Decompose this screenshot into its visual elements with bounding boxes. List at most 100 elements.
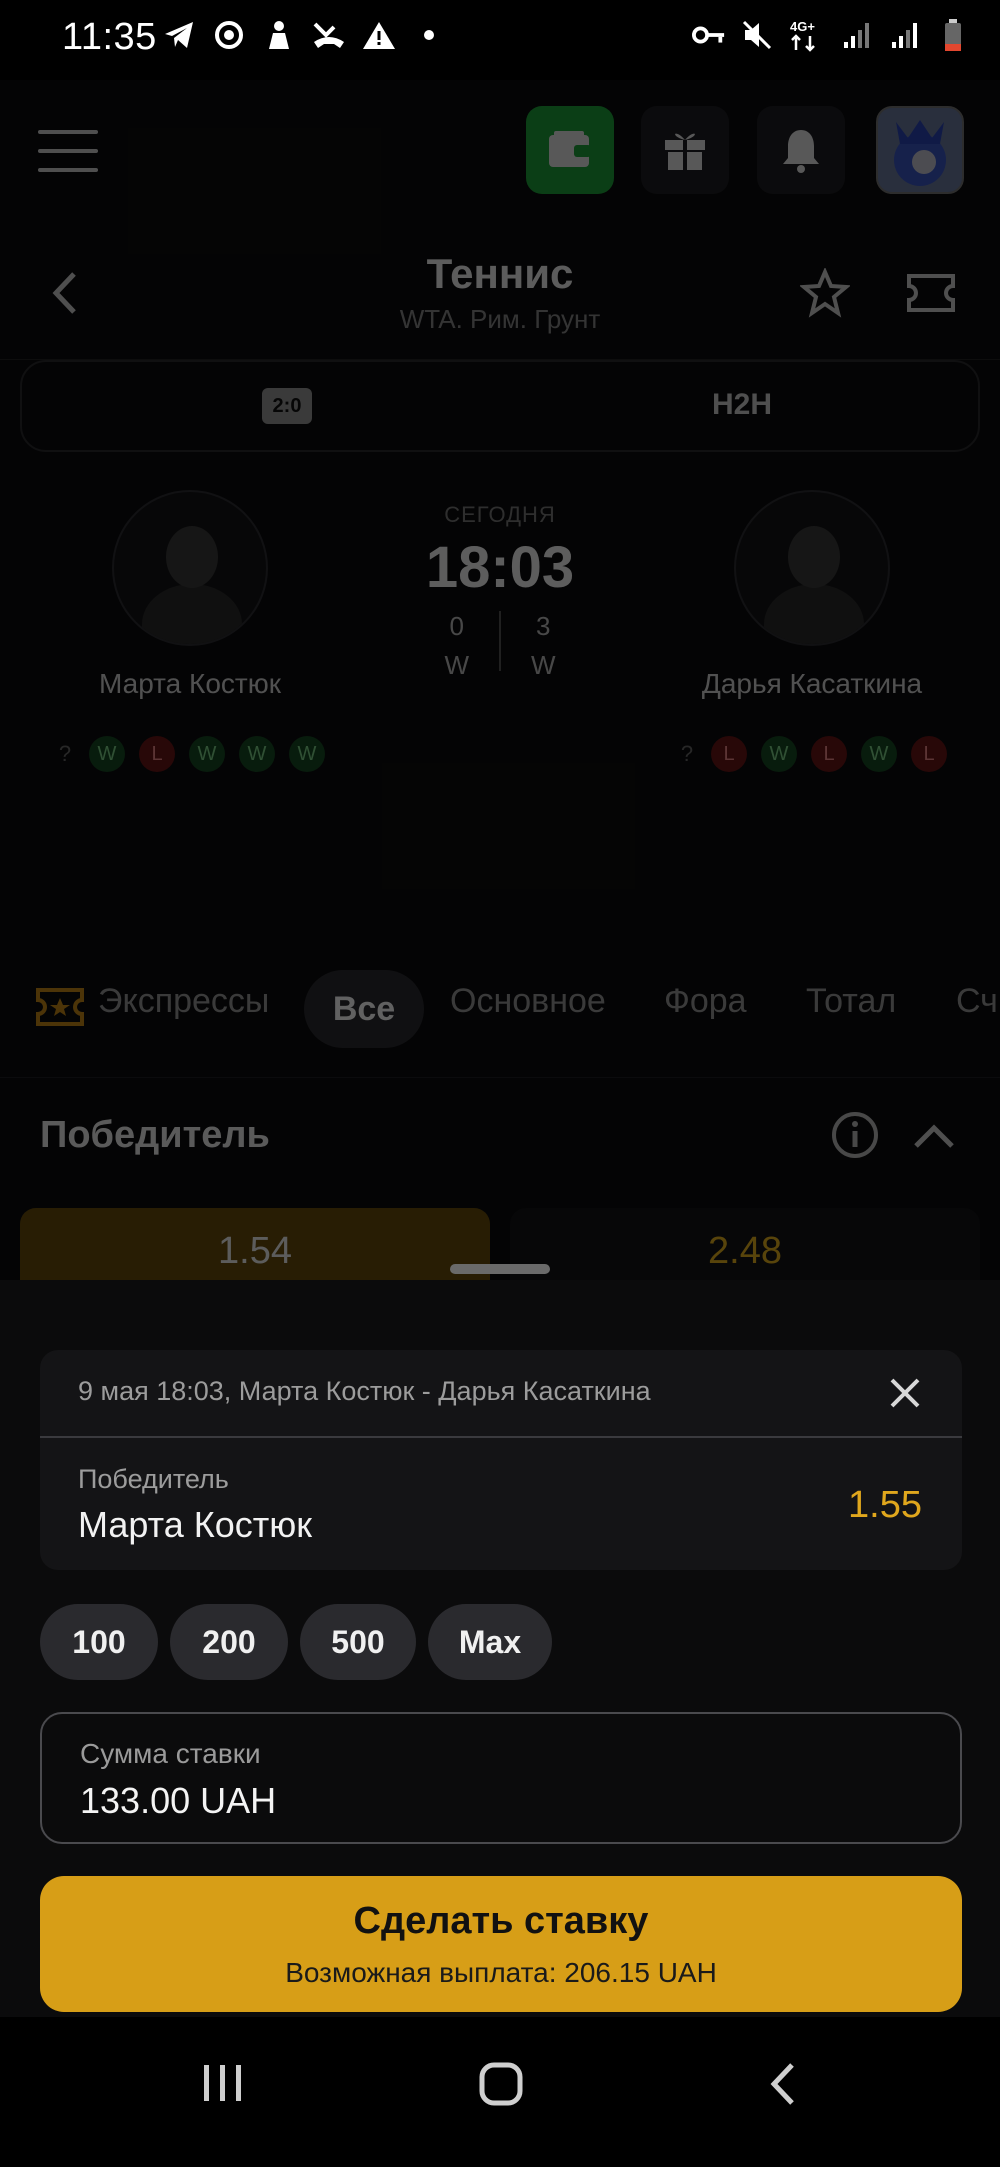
score-left-sub: W <box>444 650 469 680</box>
network-icon: 4G+ <box>788 18 826 52</box>
score-summary: 0 W 3 W <box>380 611 620 681</box>
odd-value: 1.54 <box>218 1230 292 1272</box>
warning-icon <box>362 18 396 52</box>
score-left: 0 <box>449 611 464 641</box>
page-title: Теннис <box>426 250 574 297</box>
slip-market: Победитель <box>78 1464 229 1494</box>
dot-icon <box>412 18 446 52</box>
home-icon[interactable] <box>478 2061 524 2112</box>
tab-express[interactable]: Экспрессы <box>98 982 269 1021</box>
amount-value[interactable]: 133.00 UAH <box>80 1780 276 1822</box>
gift-icon <box>665 133 705 170</box>
collapse-chevron-icon[interactable] <box>912 1122 956 1155</box>
tab-handicap[interactable]: Фора <box>664 982 747 1021</box>
gift-button[interactable] <box>641 106 729 194</box>
info-icon[interactable] <box>830 1110 880 1165</box>
tournament-subtitle: WTA. Рим. Грунт <box>399 304 601 334</box>
wallet-icon <box>549 131 591 167</box>
market-tabs: Экспрессы Все Основное Фора Тотал Сч <box>0 942 1000 1078</box>
quick-amounts: 100 200 500 Max <box>40 1604 552 1680</box>
bet-slip-sheet: 9 мая 18:03, Марта Костюк - Дарья Касатк… <box>0 1280 1000 2012</box>
match-tabs: 2:0 H2H <box>20 360 980 452</box>
form-result: W <box>289 736 325 772</box>
form-result: W <box>861 736 897 772</box>
amount-chip-max[interactable]: Max <box>428 1604 552 1680</box>
player-2[interactable]: Дарья Касаткина ? L W L W L <box>662 490 962 772</box>
clock: 11:35 <box>62 16 157 58</box>
express-ticket-icon <box>34 986 86 1033</box>
score-divider <box>499 611 501 671</box>
network-type-label: 4G+ <box>790 19 815 34</box>
tab-h2h[interactable]: H2H <box>712 388 772 422</box>
player-2-form: ? L W L W L <box>662 736 962 772</box>
amount-chip-100[interactable]: 100 <box>40 1604 158 1680</box>
divider <box>40 1436 962 1438</box>
amount-label: Сумма ставки <box>80 1738 261 1769</box>
form-result: W <box>761 736 797 772</box>
match-page: Теннис WTA. Рим. Грунт 2:0 H2H Марта Кос… <box>0 80 1000 1340</box>
match-info: СЕГОДНЯ 18:03 0 W 3 W <box>380 502 620 681</box>
bet-amount-field[interactable]: Сумма ставки 133.00 UAH <box>40 1712 962 1844</box>
form-result: L <box>711 736 747 772</box>
bell-icon <box>783 130 819 173</box>
match-time: 18:03 <box>425 535 575 600</box>
system-nav-bar <box>0 2017 1000 2167</box>
place-bet-label: Сделать ставку <box>353 1900 649 1942</box>
form-result: W <box>189 736 225 772</box>
form-result: L <box>811 736 847 772</box>
tab-total[interactable]: Тотал <box>806 982 896 1021</box>
player-1[interactable]: Марта Костюк ? W L W W W <box>40 490 340 772</box>
odd-value: 2.48 <box>708 1230 782 1272</box>
missed-call-icon <box>312 18 346 52</box>
player-2-name: Дарья Касаткина <box>701 668 923 699</box>
place-bet-button[interactable]: Сделать ставку Возможная выплата: 206.15… <box>40 1876 962 2012</box>
mute-icon <box>740 18 774 52</box>
form-result: W <box>239 736 275 772</box>
form-result: W <box>89 736 125 772</box>
system-icons: 4G+ <box>692 18 970 52</box>
amount-chip-500[interactable]: 500 <box>300 1604 416 1680</box>
score-right-sub: W <box>531 650 556 680</box>
tab-score[interactable]: 2:0 <box>262 388 312 424</box>
match-day: СЕГОДНЯ <box>444 502 556 527</box>
player-2-photo <box>734 490 890 646</box>
telegram-icon <box>162 18 196 52</box>
back-nav-icon[interactable] <box>766 2061 798 2112</box>
avatar-icon <box>878 108 962 192</box>
bet-slip-card: 9 мая 18:03, Марта Костюк - Дарья Касатк… <box>40 1350 962 1570</box>
menu-icon[interactable] <box>38 130 98 172</box>
tab-score-more[interactable]: Сч <box>956 982 998 1021</box>
wallet-button[interactable] <box>526 106 614 194</box>
slip-odd: 1.55 <box>848 1484 922 1526</box>
page-header: Теннис WTA. Рим. Грунт <box>0 230 1000 360</box>
profile-avatar[interactable] <box>876 106 964 194</box>
slip-event: 9 мая 18:03, Марта Костюк - Дарья Касатк… <box>78 1376 651 1406</box>
sheet-drag-handle[interactable] <box>450 1264 550 1274</box>
status-bar: 11:35 4G+ <box>0 0 1000 80</box>
close-icon[interactable] <box>888 1376 922 1415</box>
market-title: Победитель <box>40 1114 270 1156</box>
signal-icon <box>888 18 922 52</box>
form-unknown: ? <box>58 741 72 766</box>
player-1-photo <box>112 490 268 646</box>
form-result: L <box>139 736 175 772</box>
player-1-name: Марта Костюк <box>99 668 281 699</box>
form-result: L <box>911 736 947 772</box>
score-right: 3 <box>536 611 551 641</box>
notification-icons <box>162 18 446 52</box>
slip-selection: Марта Костюк <box>78 1504 312 1545</box>
form-unknown: ? <box>680 741 694 766</box>
favorite-star-icon[interactable] <box>798 266 852 323</box>
signal-icon <box>840 18 874 52</box>
sync-icon <box>212 18 246 52</box>
battery-icon <box>936 18 970 52</box>
amount-chip-200[interactable]: 200 <box>170 1604 288 1680</box>
top-navigation <box>0 80 1000 220</box>
possible-payout: Возможная выплата: 206.15 UAH <box>285 1957 717 1988</box>
key-icon <box>692 18 726 52</box>
bet-ticket-icon[interactable] <box>905 272 957 319</box>
tab-main[interactable]: Основное <box>450 982 606 1021</box>
recent-apps-icon[interactable] <box>200 2061 246 2110</box>
notifications-button[interactable] <box>757 106 845 194</box>
tab-all[interactable]: Все <box>304 970 424 1048</box>
